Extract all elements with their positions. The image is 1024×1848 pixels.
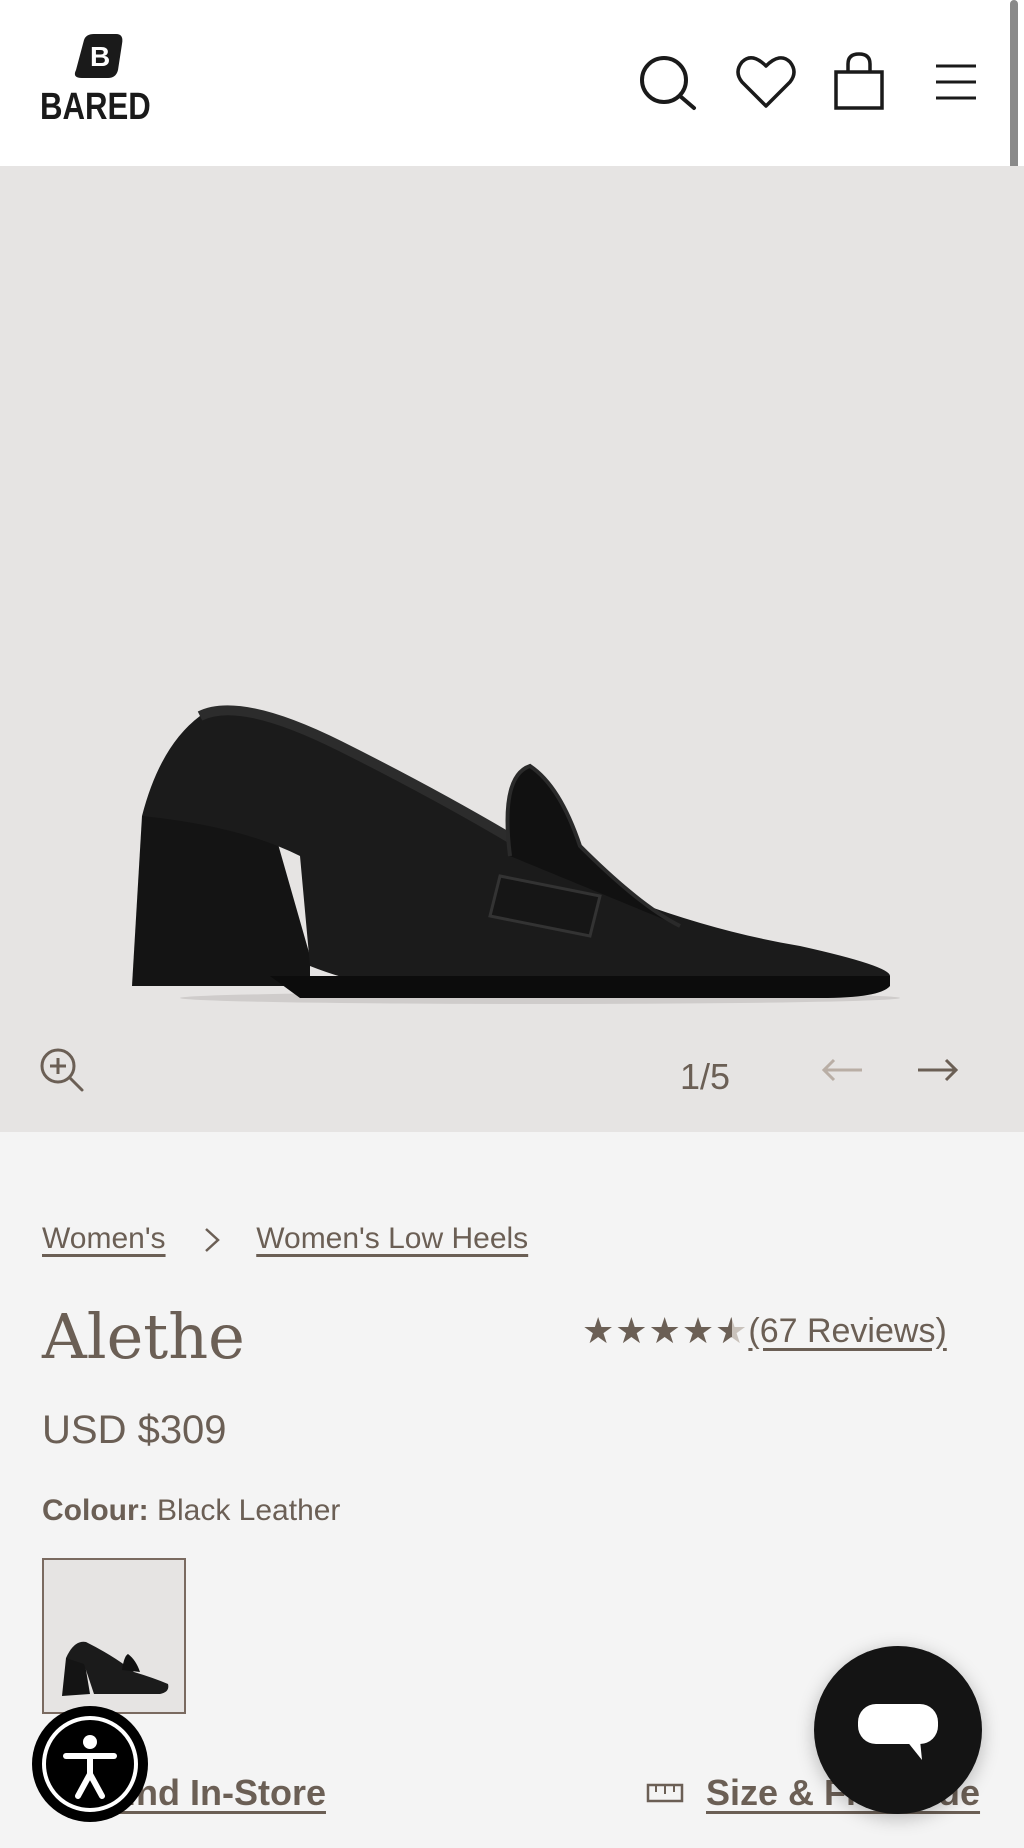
logo-mark-icon: B [74,34,123,78]
breadcrumb: Women's Women's Low Heels [42,1222,528,1256]
colour-label: Colour: [42,1494,149,1527]
next-image-button[interactable] [912,1050,962,1090]
zoom-in-icon [40,1048,84,1092]
product-title: Alethe [42,1300,245,1373]
logo-text: BARED [40,86,151,128]
reviews-link[interactable]: (67 Reviews) [748,1312,946,1351]
swatch-shoe-thumbnail [62,1641,169,1696]
brand-logo[interactable]: B BARED [40,32,151,132]
menu-icon [936,64,976,100]
colour-line: Colour: Black Leather [42,1494,340,1528]
arrow-right-icon [918,1058,959,1082]
image-counter: 1/5 [680,1056,731,1097]
colour-swatch-black-leather[interactable] [42,1558,186,1714]
colour-value: Black Leather [156,1494,341,1527]
bag-icon [834,52,884,110]
cart-button[interactable] [828,50,892,114]
chat-bubble-icon [858,1704,938,1760]
chevron-right-icon [205,1228,220,1252]
menu-button[interactable] [928,50,992,114]
heart-icon [736,56,796,108]
product-price: USD $309 [42,1408,227,1452]
ruler-icon [646,1783,684,1803]
zoom-button[interactable] [38,1046,86,1094]
product-image-gallery[interactable]: 1/5 [0,166,1024,1132]
arrow-left-icon [821,1058,862,1082]
svg-text:B: B [90,41,110,72]
wishlist-button[interactable] [734,50,798,114]
chat-button[interactable] [814,1646,982,1814]
search-button[interactable] [636,50,700,114]
accessibility-button[interactable] [32,1706,148,1822]
product-image-shoe [132,705,900,1004]
search-icon [640,56,696,110]
rating-stars: ★★★★★ [582,1310,748,1352]
page-scrollbar[interactable] [1010,0,1018,192]
previous-image-button[interactable] [818,1050,868,1090]
site-header: B BARED [0,0,1024,166]
breadcrumb-womens[interactable]: Women's [42,1222,166,1255]
product-rating: ★★★★★ (67 Reviews) [582,1310,947,1352]
breadcrumb-womens-low-heels[interactable]: Women's Low Heels [256,1222,528,1255]
accessibility-icon [42,1716,138,1812]
